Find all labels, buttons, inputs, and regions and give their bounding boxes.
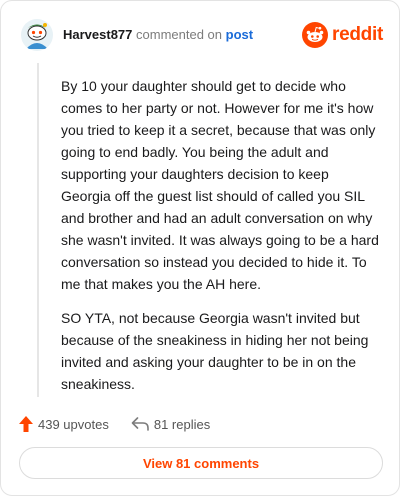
comment-byline: Harvest877 commented on post [63,27,253,43]
comment-card: Harvest877 commented on post reddit By 1… [0,0,400,496]
snoo-avatar-icon [21,19,53,51]
comment-paragraph: By 10 your daughter should get to decide… [61,78,379,292]
username-link[interactable]: Harvest877 [63,27,132,42]
upvotes-count: 439 upvotes [38,416,109,432]
comment-body: By 10 your daughter should get to decide… [61,75,379,407]
reply-stat[interactable]: 81 replies [131,417,210,432]
comment-stats: 439 upvotes 81 replies [19,414,210,434]
reddit-snoo-icon [302,22,329,48]
upvote-arrow-icon [19,416,33,432]
post-link[interactable]: post [226,27,253,42]
upvote-stat[interactable]: 439 upvotes [19,416,109,432]
action-text: commented on [136,27,223,42]
replies-count: 81 replies [153,416,211,432]
comment-header: Harvest877 commented on post reddit [21,19,383,53]
reddit-logo[interactable]: reddit [302,21,383,49]
user-avatar[interactable] [21,19,53,51]
view-comments-button[interactable]: View 81 comments [19,447,383,479]
thread-line [37,63,39,397]
reddit-wordmark: reddit [332,24,383,45]
comment-paragraph: SO YTA, not because Georgia wasn't invit… [61,310,369,392]
reply-arrow-icon [131,417,149,431]
